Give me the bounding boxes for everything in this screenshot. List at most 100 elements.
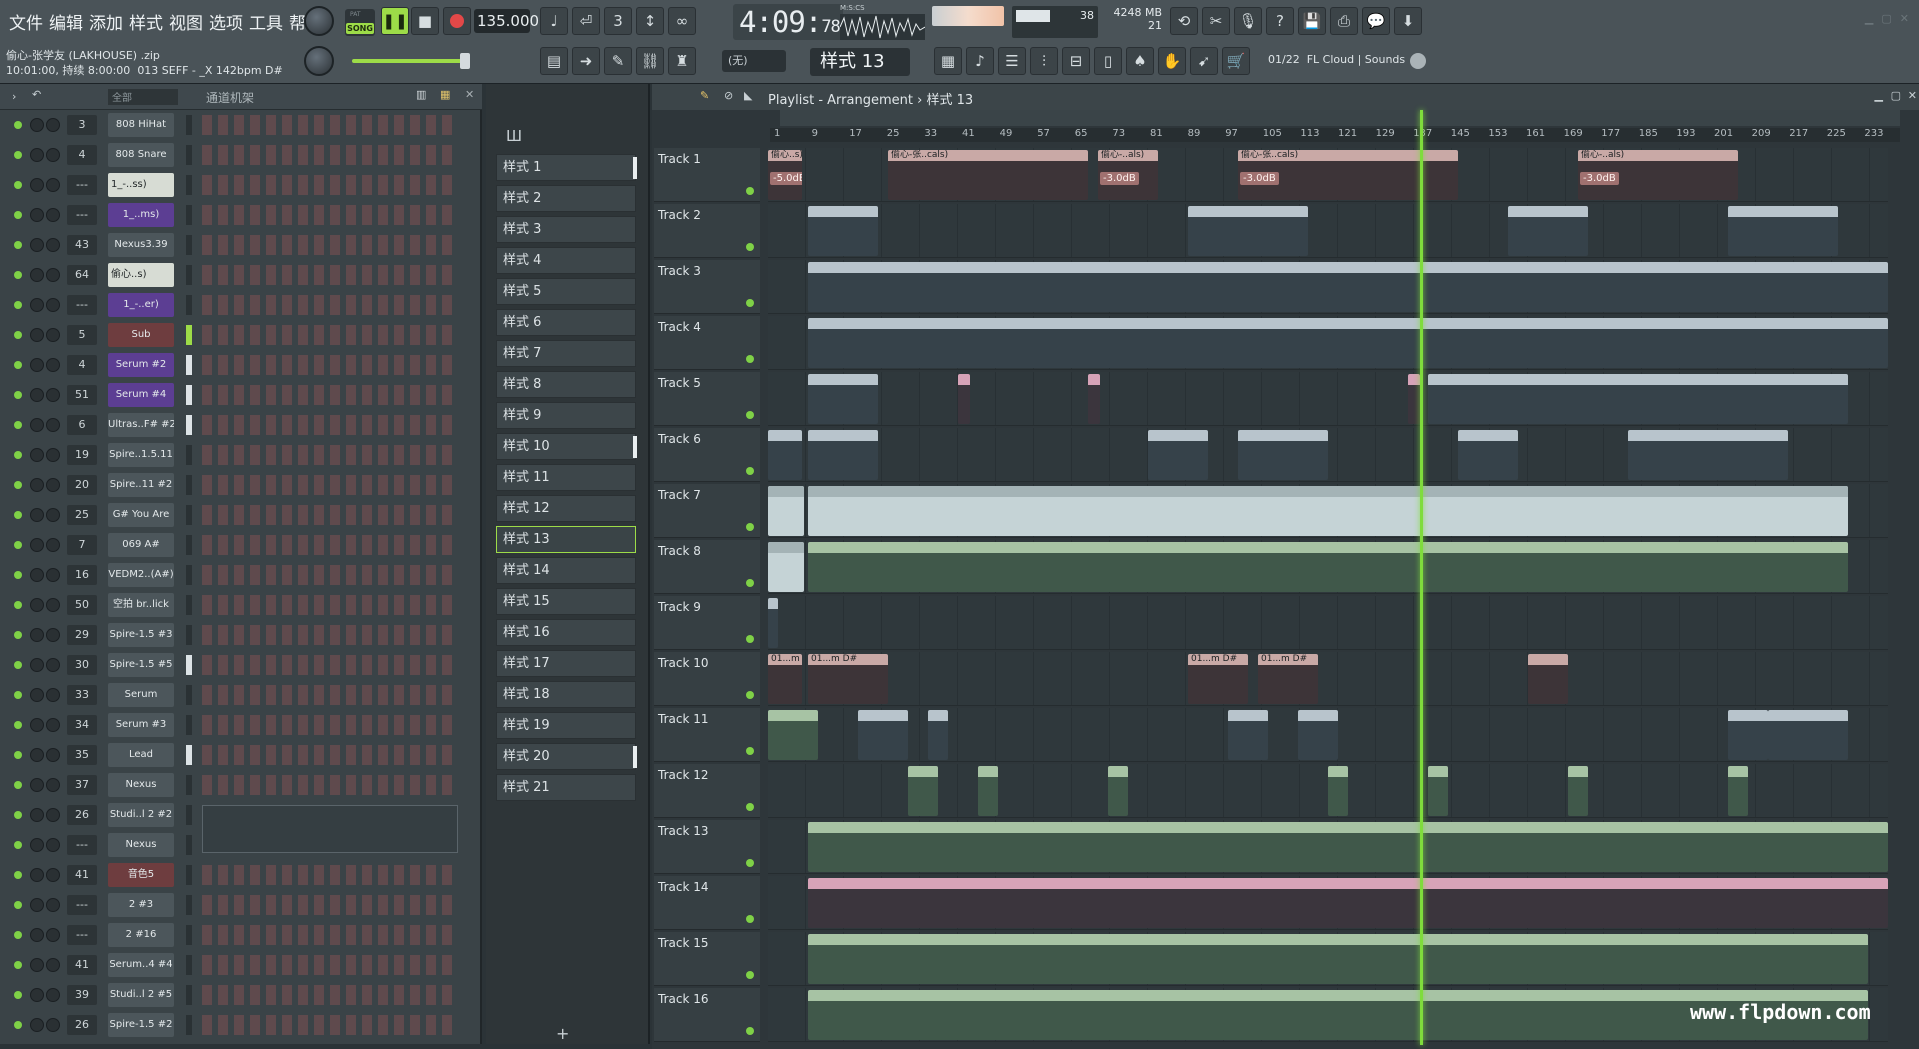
track-lane[interactable]	[768, 260, 1888, 314]
pencil-tool-icon[interactable]: ✎	[700, 89, 709, 102]
track-mute-led[interactable]	[746, 411, 754, 419]
playlist-clip[interactable]	[1728, 766, 1748, 816]
playlist-clip[interactable]	[1228, 710, 1268, 760]
step-sequencer[interactable]	[202, 955, 458, 975]
channel-row[interactable]: --- 1_..ms)	[0, 200, 468, 230]
channel-mute-led[interactable]	[14, 151, 22, 159]
playlist-clip[interactable]	[1508, 206, 1588, 256]
channel-select[interactable]	[186, 715, 192, 735]
channel-volume-knob[interactable]	[46, 778, 60, 792]
channel-select[interactable]	[186, 685, 192, 705]
channel-mute-led[interactable]	[14, 331, 22, 339]
channel-pan-knob[interactable]	[30, 118, 44, 132]
menu-add[interactable]: 添加	[86, 9, 126, 34]
channel-pan-knob[interactable]	[30, 1018, 44, 1032]
step-sequencer[interactable]	[202, 235, 458, 255]
step-sequencer[interactable]	[202, 865, 458, 885]
channel-mixer-track[interactable]: ---	[67, 175, 97, 195]
track-header[interactable]: Track 9	[654, 596, 760, 650]
close-icon[interactable]: ✕	[1908, 89, 1917, 102]
channel-volume-knob[interactable]	[46, 928, 60, 942]
pattern-item[interactable]: 样式 20	[496, 743, 637, 770]
channel-name-button[interactable]: VEDM2..(A#)	[108, 563, 174, 587]
channel-mixer-track[interactable]: 3	[67, 115, 97, 135]
pattern-item[interactable]: 样式 3	[496, 216, 636, 243]
channel-mixer-track[interactable]: 43	[67, 235, 97, 255]
channel-row[interactable]: 6 Ultras..F# #2	[0, 410, 468, 440]
channel-volume-knob[interactable]	[46, 448, 60, 462]
track-header[interactable]: Track 8	[654, 540, 760, 594]
playhead[interactable]	[1420, 110, 1423, 1045]
channel-select[interactable]	[186, 175, 192, 195]
channel-select[interactable]	[186, 595, 192, 615]
snap-select[interactable]: (无)	[722, 50, 786, 72]
channel-mixer-track[interactable]: 5	[67, 325, 97, 345]
channel-select[interactable]	[186, 535, 192, 555]
channel-mixer-track[interactable]: 34	[67, 715, 97, 735]
channel-select[interactable]	[186, 895, 192, 915]
track-lane[interactable]	[768, 428, 1888, 482]
step-sequencer[interactable]	[202, 415, 458, 435]
channel-mixer-track[interactable]: 6	[67, 415, 97, 435]
pattern-item[interactable]: 样式 4	[496, 247, 636, 274]
track-mute-led[interactable]	[746, 971, 754, 979]
channel-mute-led[interactable]	[14, 751, 22, 759]
playlist-clip[interactable]	[808, 318, 1888, 368]
fl-cloud-panel[interactable]: 01/22 FL Cloud | Sounds	[1262, 44, 1428, 76]
channel-select[interactable]	[186, 505, 192, 525]
cut-icon[interactable]: ✂	[1202, 7, 1230, 35]
download-icon[interactable]: ⬇	[1394, 7, 1422, 35]
channel-mixer-track[interactable]: 26	[67, 805, 97, 825]
track-header[interactable]: Track 5	[654, 372, 760, 426]
maximize-icon[interactable]: ▢	[1891, 89, 1901, 102]
channel-mute-led[interactable]	[14, 691, 22, 699]
step-sequencer[interactable]	[202, 175, 458, 195]
channel-mixer-track[interactable]: 7	[67, 535, 97, 555]
menu-options[interactable]: 选项	[206, 9, 246, 34]
channel-name-button[interactable]: 音色5	[108, 863, 174, 887]
step-sequencer[interactable]	[202, 325, 458, 345]
pattern-item[interactable]: 样式 9	[496, 402, 636, 429]
channel-name-button[interactable]: 1_..ms)	[108, 203, 174, 227]
piano-roll-icon[interactable]: ♪	[966, 47, 994, 75]
track-mute-led[interactable]	[746, 523, 754, 531]
channel-mute-led[interactable]	[14, 211, 22, 219]
channel-row[interactable]: 4 808 Snare	[0, 140, 468, 170]
pattern-item[interactable]: 样式 8	[496, 371, 636, 398]
channel-mixer-track[interactable]: 4	[67, 145, 97, 165]
channel-pan-knob[interactable]	[30, 388, 44, 402]
playlist-clip[interactable]: 01...m D#	[1258, 654, 1318, 704]
channel-volume-knob[interactable]	[46, 688, 60, 702]
track-lane[interactable]	[768, 316, 1888, 370]
channel-mute-led[interactable]	[14, 721, 22, 729]
channel-mixer-track[interactable]: ---	[67, 205, 97, 225]
playlist-clip[interactable]: 偷心-..als) -3.0dB	[1578, 150, 1738, 200]
channel-volume-knob[interactable]	[46, 208, 60, 222]
playlist-clip[interactable]	[1458, 430, 1518, 480]
time-ruler[interactable]: 1917253341495765738189971051131211291371…	[770, 128, 1900, 142]
channel-row[interactable]: --- 2 #3	[0, 890, 468, 920]
playlist-clip[interactable]	[858, 710, 908, 760]
track-header[interactable]: Track 11	[654, 708, 760, 762]
track-header[interactable]: Track 15	[654, 932, 760, 986]
channel-pan-knob[interactable]	[30, 688, 44, 702]
channel-name-button[interactable]: Nexus3.39	[108, 233, 174, 257]
maximize-icon[interactable]: ▢	[1881, 12, 1891, 25]
pattern-select[interactable]: 样式 13	[810, 48, 910, 76]
step-sequencer[interactable]	[202, 115, 458, 135]
channel-row[interactable]: 25 G# You Are	[0, 500, 468, 530]
step-sequencer[interactable]	[202, 445, 458, 465]
track-mute-led[interactable]	[746, 691, 754, 699]
channel-mixer-track[interactable]: 16	[67, 565, 97, 585]
pattern-item[interactable]: 样式 1	[496, 154, 637, 181]
playlist-clip[interactable]	[1088, 374, 1100, 424]
playlist-clip[interactable]	[808, 206, 878, 256]
channel-mute-led[interactable]	[14, 451, 22, 459]
channel-mixer-track[interactable]: 20	[67, 475, 97, 495]
channel-select[interactable]	[186, 955, 192, 975]
channel-mute-led[interactable]	[14, 241, 22, 249]
channel-volume-knob[interactable]	[46, 628, 60, 642]
playlist-clip[interactable]: 偷心-张..cals) -3.0dB	[1238, 150, 1458, 200]
channel-name-button[interactable]: Spire..1.5.11	[108, 443, 174, 467]
playlist-clip[interactable]	[1528, 654, 1568, 704]
